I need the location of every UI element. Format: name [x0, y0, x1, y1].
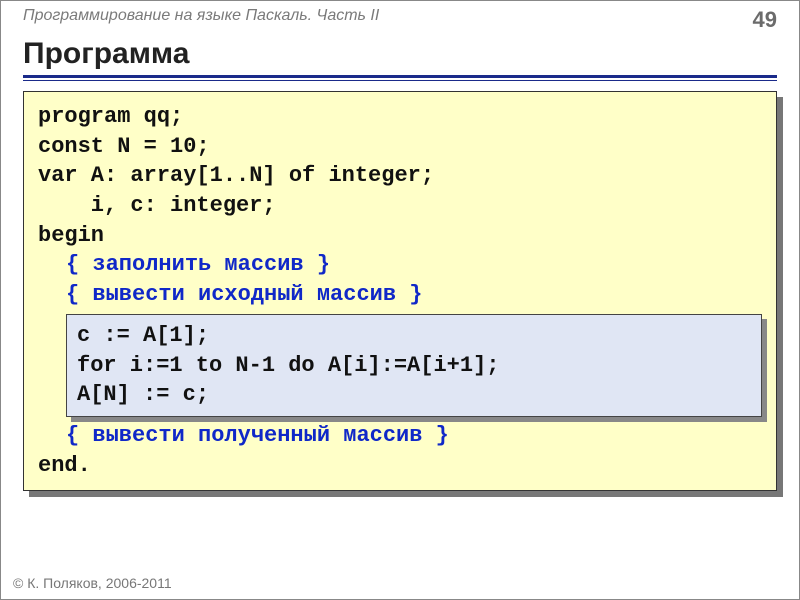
code-block: program qq; const N = 10; var A: array[1…	[23, 91, 777, 491]
code-box: program qq; const N = 10; var A: array[1…	[23, 91, 777, 491]
page-number: 49	[753, 7, 777, 33]
code-comment: { вывести исходный массив }	[38, 280, 762, 310]
code-line: c := A[1];	[77, 321, 751, 351]
highlight-box: c := A[1]; for i:=1 to N-1 do A[i]:=A[i+…	[66, 314, 762, 417]
code-line: var A: array[1..N] of integer;	[38, 161, 762, 191]
slide-title: Программа	[1, 33, 799, 71]
course-title: Программирование на языке Паскаль. Часть…	[23, 7, 379, 25]
title-rule-thick	[23, 75, 777, 78]
code-comment: { заполнить массив }	[38, 250, 762, 280]
slide: Программирование на языке Паскаль. Часть…	[0, 0, 800, 600]
code-line: for i:=1 to N-1 do A[i]:=A[i+1];	[77, 351, 751, 381]
slide-header: Программирование на языке Паскаль. Часть…	[1, 1, 799, 33]
title-rule-thin	[23, 80, 777, 81]
code-line: end.	[38, 451, 762, 481]
code-line: program qq;	[38, 102, 762, 132]
code-line: A[N] := c;	[77, 380, 751, 410]
code-line: begin	[38, 221, 762, 251]
highlight-block: c := A[1]; for i:=1 to N-1 do A[i]:=A[i+…	[66, 314, 762, 417]
code-comment: { вывести полученный массив }	[38, 421, 762, 451]
code-line: i, c: integer;	[38, 191, 762, 221]
copyright-footer: © К. Поляков, 2006-2011	[13, 575, 172, 591]
code-line: const N = 10;	[38, 132, 762, 162]
